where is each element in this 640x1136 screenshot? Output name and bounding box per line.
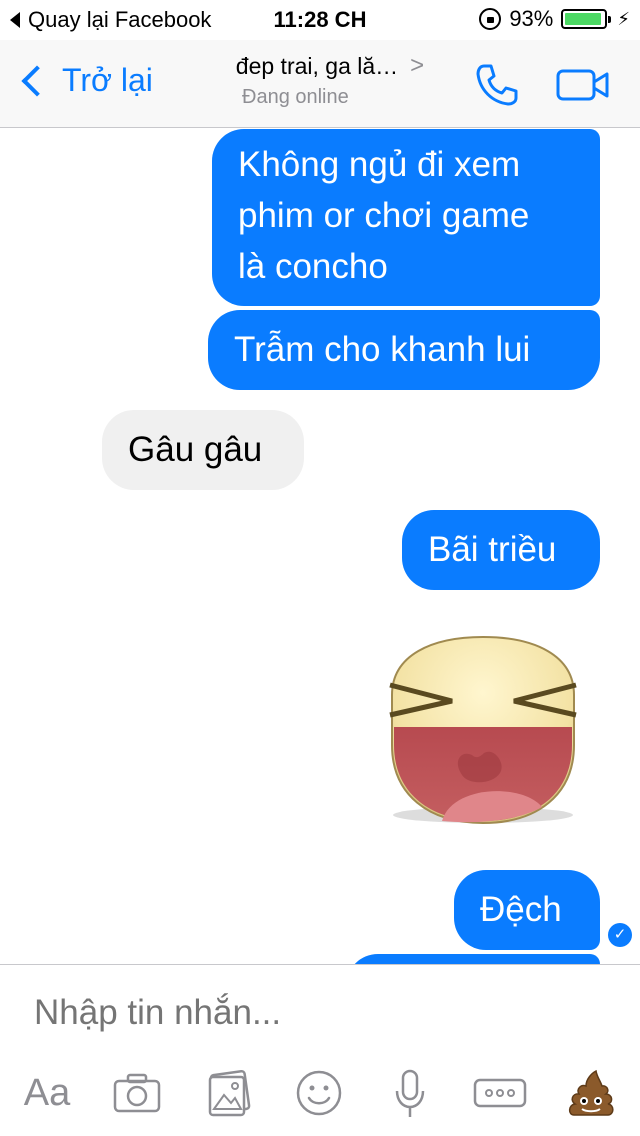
composer-toolbar: Aa: [0, 1063, 640, 1123]
battery-fill: [565, 13, 601, 25]
message-bubble-outgoing[interactable]: Bãi triều: [402, 510, 600, 590]
message-bubble-outgoing-partial[interactable]: [346, 954, 600, 964]
contact-name: đep trai, ga lă…: [235, 52, 399, 79]
microphone-icon[interactable]: [390, 1063, 430, 1123]
message-line: là concho: [238, 247, 388, 286]
read-receipt-check-icon: ✓: [608, 923, 632, 947]
phone-call-icon[interactable]: [474, 62, 520, 108]
message-bubble-outgoing[interactable]: Đệch: [454, 870, 600, 950]
orientation-lock-icon: [479, 8, 502, 30]
charging-bolt-icon: ⚡: [617, 8, 630, 29]
chevron-left-icon: [21, 64, 53, 97]
poop-emoji-icon[interactable]: [566, 1063, 616, 1123]
message-bubble-outgoing[interactable]: Không ngủ đi xem phim or chơi game là co…: [212, 129, 600, 306]
message-line: phim or chơi game: [238, 196, 530, 235]
message-bubble-outgoing[interactable]: Trẫm cho khanh lui: [208, 310, 600, 390]
back-button-label: Trở lại: [62, 62, 153, 98]
message-input[interactable]: [34, 993, 594, 1033]
gallery-icon[interactable]: [204, 1063, 254, 1123]
laughing-face-sticker[interactable]: [372, 635, 594, 825]
composer: Aa: [0, 964, 640, 1136]
chevron-right-icon: >: [410, 52, 425, 79]
status-right: 93% ⚡: [479, 6, 630, 32]
message-list[interactable]: Không ngủ đi xem phim or chơi game là co…: [0, 129, 640, 964]
contact-info-button[interactable]: đep trai, ga lă… > Đang online: [200, 52, 460, 109]
battery-percent: 93%: [509, 6, 554, 31]
contact-status: Đang online: [242, 86, 349, 108]
conversation-header: Trở lại đep trai, ga lă… > Đang online: [0, 40, 640, 128]
battery-icon: [561, 9, 612, 29]
message-line: Không ngủ đi xem: [238, 145, 521, 184]
more-icon[interactable]: [472, 1063, 528, 1123]
status-bar: Quay lại Facebook 11:28 CH 93% ⚡: [0, 0, 640, 40]
aa-icon[interactable]: Aa: [20, 1063, 74, 1123]
camera-icon[interactable]: [112, 1063, 162, 1123]
video-call-icon[interactable]: [556, 68, 610, 102]
message-bubble-incoming[interactable]: Gâu gâu: [102, 410, 304, 490]
emoji-icon[interactable]: [294, 1063, 344, 1123]
back-button[interactable]: Trở lại: [16, 62, 153, 99]
